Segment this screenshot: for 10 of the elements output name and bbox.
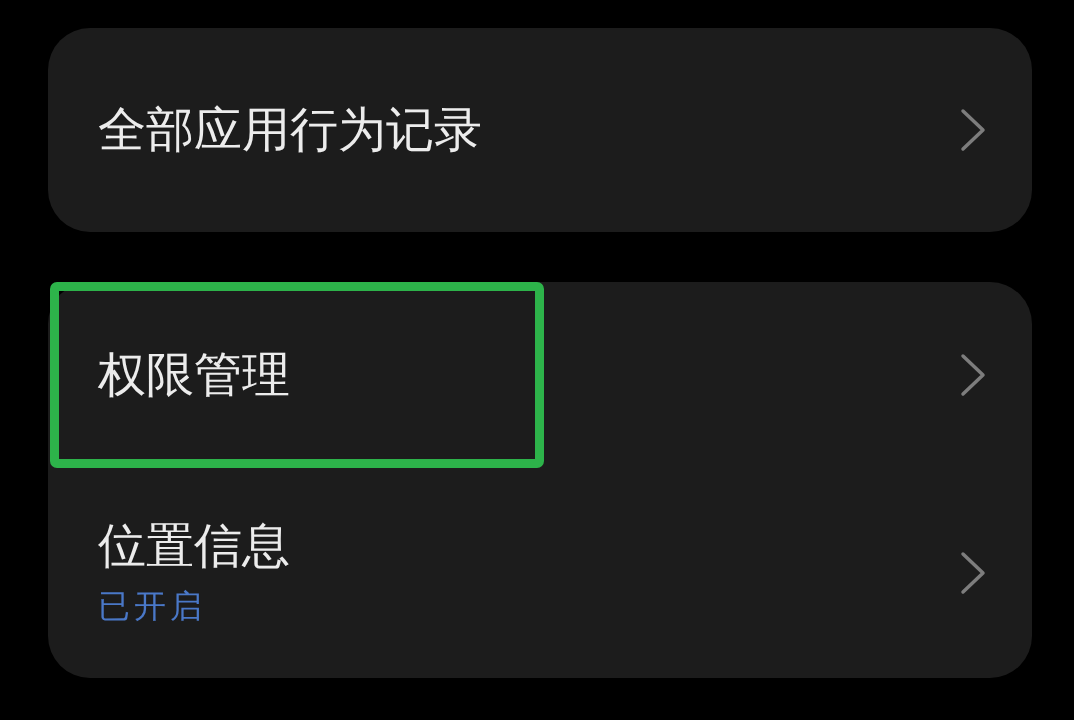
chevron-right-icon <box>960 353 986 397</box>
item-title: 权限管理 <box>98 346 291 404</box>
item-title: 位置信息 <box>98 517 291 575</box>
chevron-right-icon <box>960 108 986 152</box>
settings-item[interactable]: 权限管理 <box>48 282 1032 468</box>
settings-item[interactable]: 全部应用行为记录 <box>48 28 1032 232</box>
settings-item[interactable]: 位置信息 已开启 <box>48 468 1032 678</box>
item-title: 全部应用行为记录 <box>98 101 483 159</box>
chevron-right-icon <box>960 551 986 595</box>
item-status: 已开启 <box>98 585 207 627</box>
